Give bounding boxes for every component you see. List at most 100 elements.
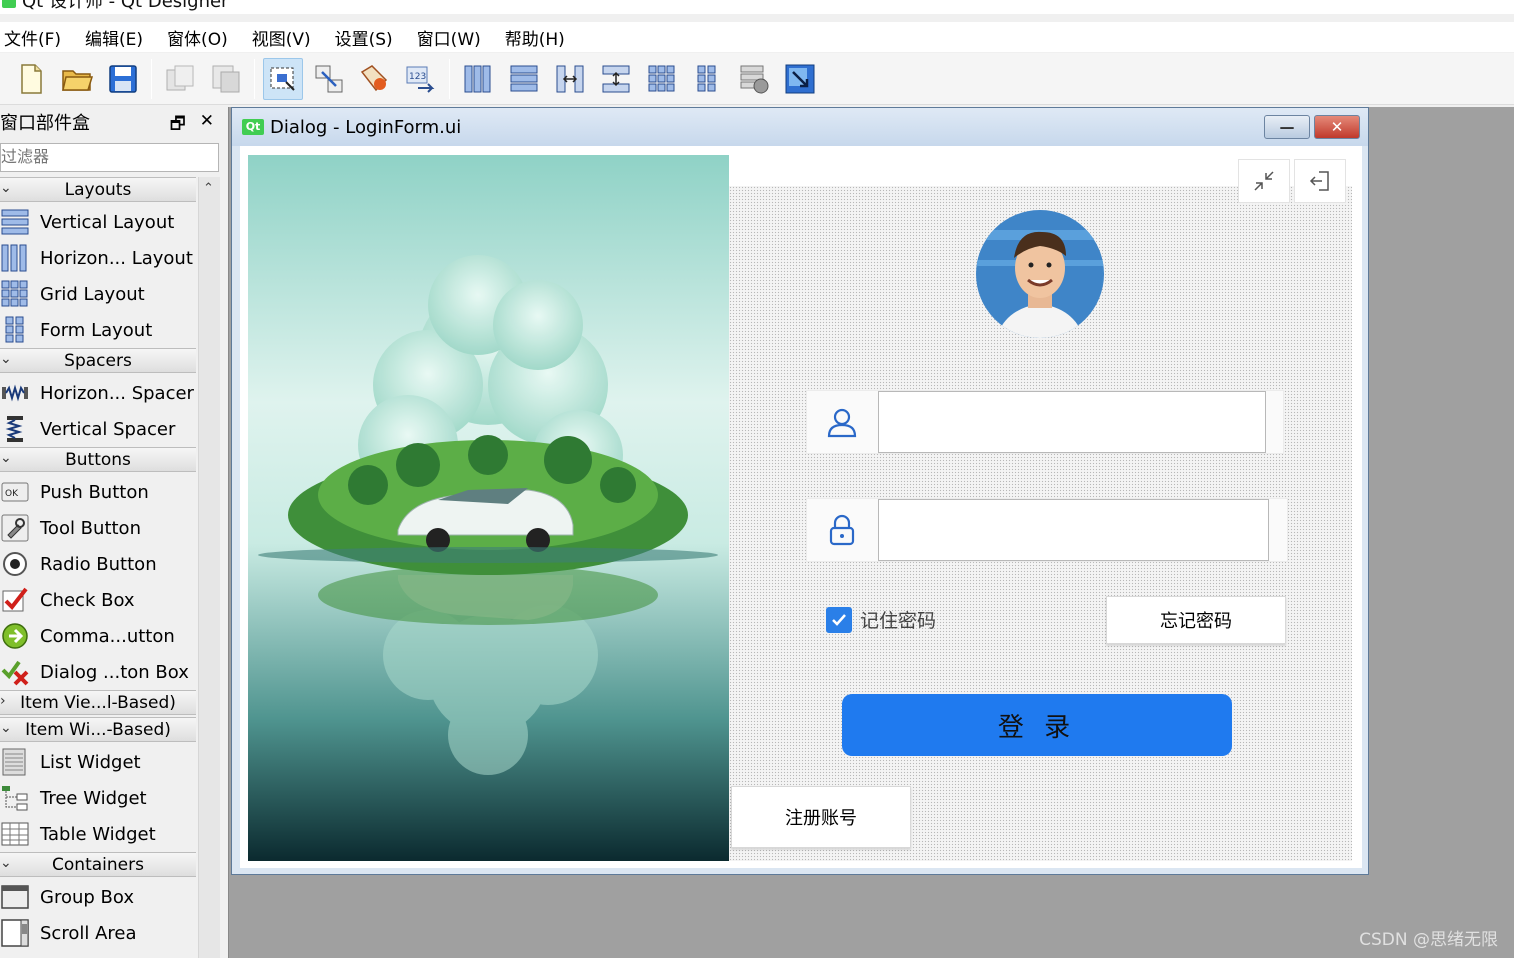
chevron-right-icon: › [0,693,6,709]
category-layouts[interactable]: ⌄ Layouts [0,177,196,202]
edit-widgets-icon[interactable] [263,57,303,100]
scroll-up-icon[interactable]: ⌃ [203,181,214,196]
hero-image [248,155,729,861]
widget-label: Push Button [40,481,149,503]
minimize-icon[interactable]: — [1264,115,1310,139]
widget-radio-button[interactable]: Radio Button [0,546,196,582]
scroll-area-icon [0,918,30,948]
category-containers[interactable]: ⌄ Containers [0,852,196,877]
window-action-icons [1238,159,1350,203]
widget-list-widget[interactable]: List Widget [0,744,196,780]
close-icon[interactable]: ✕ [1314,115,1360,139]
dialog-title-bar[interactable]: Qt Dialog - LoginForm.ui — ✕ [232,108,1368,146]
menu-form[interactable]: 窗体(O) [163,25,240,50]
layout-grid-icon[interactable] [642,58,682,100]
widget-table-widget[interactable]: Table Widget [0,816,196,852]
widget-horizontal-layout[interactable]: Horizon... Layout [0,240,196,276]
float-panel-icon[interactable]: 🗗 [170,111,186,140]
menu-edit[interactable]: 编辑(E) [81,25,155,50]
widget-command-link-button[interactable]: Comma...utton [0,618,196,654]
push-button-icon: OK [0,477,30,507]
widget-label: Tool Button [40,517,141,539]
chevron-down-icon: ⌄ [0,720,12,736]
widget-list: ⌄ Layouts Vertical Layout Horizon... Layo… [0,177,196,951]
new-file-icon[interactable] [11,58,51,100]
layout-vertical-splitter-icon[interactable] [596,58,636,100]
save-icon[interactable] [103,58,143,100]
menu-bar: 文件(F) 编辑(E) 窗体(O) 视图(V) 设置(S) 窗口(W) 帮助(H… [0,22,1514,52]
edit-buddies-icon[interactable] [355,58,395,100]
paste-icon[interactable] [206,58,246,100]
widget-dialog-button-box[interactable]: Dialog ...ton Box [0,654,196,690]
edit-tab-order-icon[interactable]: 123 [401,58,441,100]
username-input[interactable] [878,391,1266,453]
forgot-password-button[interactable]: 忘记密码 [1106,596,1286,644]
category-label: Buttons [65,449,131,470]
close-panel-icon[interactable]: ✕ [200,111,214,140]
category-label: Layouts [64,179,132,200]
widget-tool-button[interactable]: Tool Button [0,510,196,546]
register-account-button[interactable]: 注册账号 [731,786,911,848]
widget-horizontal-spacer[interactable]: Horizon... Spacer [0,375,196,411]
widget-vertical-spacer[interactable]: Vertical Spacer [0,411,196,447]
copy-icon[interactable] [160,58,200,100]
grid-layout-icon [0,279,30,309]
widget-group-box[interactable]: Group Box [0,879,196,915]
menu-file[interactable]: 文件(F) [0,25,73,50]
collapse-icon[interactable] [1238,159,1290,203]
widget-label: Radio Button [40,553,157,575]
layout-form-icon[interactable] [688,58,728,100]
adjust-size-icon[interactable] [780,58,820,100]
password-row [806,498,1288,562]
menu-help[interactable]: 帮助(H) [501,25,577,50]
toolbar-separator [254,58,255,99]
layout-horizontal-splitter-icon[interactable] [550,58,590,100]
widget-push-button[interactable]: OK Push Button [0,474,196,510]
break-layout-icon[interactable] [734,58,774,100]
form-layout-icon [0,315,30,345]
edit-signals-slots-icon[interactable] [309,58,349,100]
category-label: Item Vie...l-Based) [20,692,176,713]
app-title-bar: Qt 设计师 - Qt Designer [0,0,1514,14]
tree-widget-icon [0,783,30,813]
open-folder-icon[interactable] [57,58,97,100]
widget-form-layout[interactable]: Form Layout [0,312,196,348]
chevron-down-icon: ⌄ [0,450,12,466]
category-buttons[interactable]: ⌄ Buttons [0,447,196,472]
vertical-layout-icon [0,207,30,237]
toolbar-separator [151,58,152,99]
check-box-icon [0,585,30,615]
widget-vertical-layout[interactable]: Vertical Layout [0,204,196,240]
qt-app-icon [2,0,16,8]
checkbox-checked-icon[interactable] [826,606,852,633]
chevron-down-icon: ⌄ [0,351,12,367]
menu-settings[interactable]: 设置(S) [331,25,405,50]
widget-label: Group Box [40,886,134,908]
dialog-window: Qt Dialog - LoginForm.ui — ✕ 记住密码 忘记密码 登… [231,107,1369,875]
category-item-widgets[interactable]: ⌄ Item Wi...-Based) [0,717,196,742]
remember-password-checkbox[interactable]: 记住密码 [826,606,936,633]
category-spacers[interactable]: ⌄ Spacers [0,348,196,373]
list-widget-icon [0,747,30,777]
exit-icon[interactable] [1294,159,1346,203]
widget-label: Vertical Spacer [40,418,176,440]
password-input[interactable] [878,499,1269,561]
layout-vertical-icon[interactable] [504,58,544,100]
menu-window[interactable]: 窗口(W) [413,25,493,50]
chevron-down-icon: ⌄ [0,855,12,871]
widget-filter-input[interactable] [0,143,219,172]
vertical-spacer-icon [0,414,30,444]
radio-button-icon [0,549,30,579]
widget-box-scrollbar[interactable]: ⌃ [198,177,220,958]
lock-icon [807,499,877,561]
category-item-views[interactable]: › Item Vie...l-Based) [0,690,196,715]
login-button[interactable]: 登 录 [842,694,1232,756]
widget-tree-widget[interactable]: Tree Widget [0,780,196,816]
widget-grid-layout[interactable]: Grid Layout [0,276,196,312]
user-icon [807,391,877,453]
widget-check-box[interactable]: Check Box [0,582,196,618]
widget-scroll-area[interactable]: Scroll Area [0,915,196,951]
menu-view[interactable]: 视图(V) [248,25,323,50]
layout-horizontal-icon[interactable] [458,58,498,100]
widget-label: Horizon... Layout [40,247,193,269]
